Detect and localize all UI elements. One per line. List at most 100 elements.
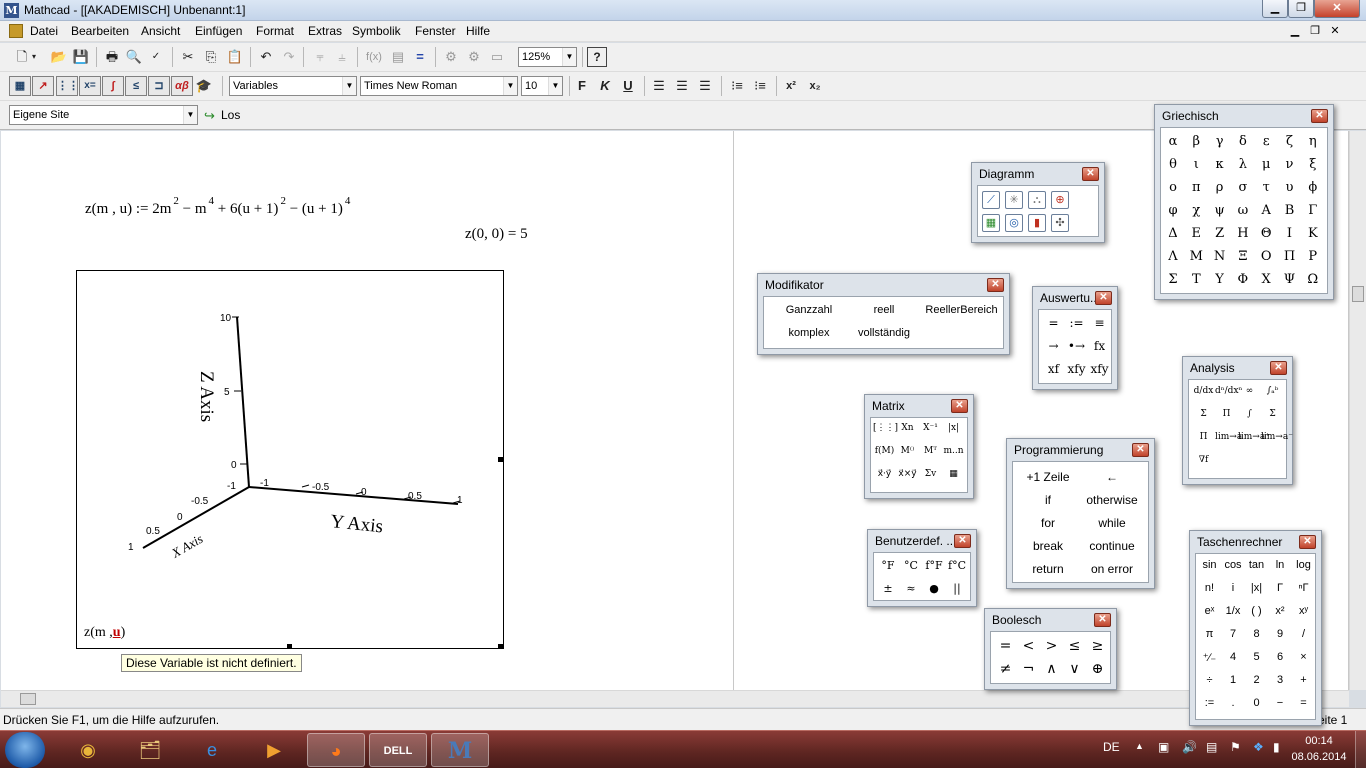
- undo-icon[interactable]: ↶: [256, 47, 276, 67]
- menu-einfuegen[interactable]: Einfügen: [195, 24, 242, 38]
- chrome-icon[interactable]: ◉: [59, 733, 117, 767]
- menu-extras[interactable]: Extras: [308, 24, 342, 38]
- custom-character-button[interactable]: °F: [877, 559, 899, 572]
- programming-operator-button[interactable]: break: [1015, 539, 1081, 553]
- calculator-key-button[interactable]: 9: [1269, 628, 1292, 640]
- close-button[interactable]: ✕: [1314, 0, 1360, 18]
- go-arrow-icon[interactable]: ↪: [204, 108, 215, 124]
- custom-character-button[interactable]: f°F: [923, 559, 945, 572]
- calculator-key-button[interactable]: 4: [1222, 651, 1245, 663]
- calculator-key-button[interactable]: ⁿΓ: [1292, 582, 1315, 594]
- greek-letter-button[interactable]: α: [1163, 134, 1183, 149]
- modifier-real-button[interactable]: reell: [854, 304, 914, 316]
- battery-icon[interactable]: ▮: [1273, 740, 1280, 754]
- calculator-key-button[interactable]: :=: [1198, 697, 1221, 709]
- horizontal-scrollbar[interactable]: [1, 690, 1349, 707]
- calculator-key-button[interactable]: i: [1222, 582, 1245, 594]
- greek-letter-button[interactable]: ξ: [1303, 157, 1323, 172]
- greek-letter-button[interactable]: Τ: [1186, 272, 1206, 287]
- evaluation-operator-button[interactable]: xf: [1042, 362, 1065, 376]
- greek-palette-icon[interactable]: αβ: [171, 76, 193, 96]
- evaluation-result[interactable]: z(0, 0) = 5: [465, 226, 528, 243]
- 3d-bar-plot-icon[interactable]: ▦: [982, 214, 1000, 232]
- scroll-thumb[interactable]: [20, 693, 36, 705]
- evaluation-palette[interactable]: Auswertu... ✕ =:= ≡ → •→ fx xf xfy xfy: [1032, 286, 1118, 390]
- programming-operator-button[interactable]: while: [1079, 516, 1145, 530]
- 3d-plot-region[interactable]: 10 5 0 -1 -1 -0.5 0 0.5 1 -0.5 0 0.5 1 Z…: [76, 270, 504, 649]
- language-indicator[interactable]: DE: [1103, 740, 1120, 754]
- calculator-palette[interactable]: Taschenrechner ✕ sin cos tan ln log n! i |x| ΓⁿΓ…: [1189, 530, 1322, 726]
- greek-letter-button[interactable]: ζ: [1280, 134, 1300, 149]
- greek-letter-button[interactable]: κ: [1210, 157, 1230, 172]
- media-player-icon[interactable]: ▶: [245, 733, 303, 767]
- minimize-button[interactable]: ▁: [1262, 0, 1288, 18]
- quickplot-icon[interactable]: ✣: [1051, 214, 1069, 232]
- calculator-key-button[interactable]: π: [1198, 628, 1221, 640]
- calculus-operator-button[interactable]: lim→a⁺: [1238, 432, 1270, 442]
- graph-palette[interactable]: Diagramm ✕ ⟋ ✳ ⛬ ⊕ ▦ ◎ ▮ ✣: [971, 162, 1105, 243]
- boolean-operator-button[interactable]: ⊕: [1086, 661, 1109, 677]
- align-left-icon[interactable]: ☰: [649, 76, 669, 96]
- boolean-operator-button[interactable]: ¬: [1017, 661, 1040, 677]
- boolean-palette-icon[interactable]: ≤: [125, 76, 147, 96]
- subscript-button[interactable]: x₂: [805, 76, 825, 96]
- greek-letter-button[interactable]: Ι: [1280, 226, 1300, 241]
- programming-operator-button[interactable]: on error: [1079, 562, 1145, 576]
- calculator-key-button[interactable]: x²: [1269, 605, 1292, 617]
- greek-letter-button[interactable]: λ: [1233, 157, 1253, 172]
- calculator-key-button[interactable]: 3: [1269, 674, 1292, 686]
- calculator-key-button[interactable]: =: [1292, 697, 1315, 709]
- calculus-operator-button[interactable]: ∇f: [1192, 455, 1215, 465]
- align-down-icon[interactable]: ⫨: [332, 47, 352, 67]
- matrix-operator-button[interactable]: M⁽⁾: [896, 446, 919, 456]
- calculus-operator-button[interactable]: ∫: [1238, 409, 1261, 419]
- evaluation-operator-button[interactable]: xfy: [1065, 362, 1088, 376]
- menu-ansicht[interactable]: Ansicht: [141, 24, 180, 38]
- resize-handle[interactable]: [498, 644, 503, 649]
- calculus-operator-button[interactable]: lim→a⁻: [1261, 432, 1293, 442]
- greek-letter-button[interactable]: ο: [1163, 180, 1183, 195]
- greek-letter-button[interactable]: η: [1303, 134, 1323, 149]
- boolean-operator-button[interactable]: ≠: [994, 661, 1017, 677]
- boolean-palette[interactable]: Boolesch ✕ = < > ≤ ≥ ≠ ¬ ∧ ∨ ⊕: [984, 608, 1117, 690]
- calculator-key-button[interactable]: xʸ: [1292, 605, 1315, 617]
- custom-character-button[interactable]: ||: [946, 582, 968, 595]
- matrix-operator-button[interactable]: [⋮⋮]: [873, 423, 898, 433]
- boolean-operator-button[interactable]: ∨: [1063, 661, 1086, 677]
- menu-format[interactable]: Format: [256, 24, 294, 38]
- resize-handle[interactable]: [287, 644, 292, 649]
- calculator-key-button[interactable]: /: [1292, 628, 1315, 640]
- function-definition[interactable]: z(m , u) := 2m 2 − m4 + 6(u + 1) 2 − (u + …: [85, 195, 350, 218]
- greek-letter-button[interactable]: δ: [1233, 134, 1253, 149]
- greek-letter-button[interactable]: β: [1186, 134, 1206, 149]
- greek-letter-button[interactable]: Χ: [1256, 272, 1276, 287]
- align-top-icon[interactable]: ⫧: [310, 47, 330, 67]
- greek-letter-button[interactable]: Ε: [1186, 226, 1206, 241]
- evaluation-operator-button[interactable]: fx: [1088, 339, 1111, 353]
- help-icon[interactable]: ?: [587, 47, 607, 67]
- bullet-list-icon[interactable]: ⁝≡: [727, 76, 747, 96]
- align-right-icon[interactable]: ☰: [695, 76, 715, 96]
- modifier-realrange-button[interactable]: ReellerBereich: [919, 304, 1004, 316]
- greek-letter-button[interactable]: Ω: [1303, 272, 1323, 287]
- greek-letter-button[interactable]: τ: [1256, 180, 1276, 195]
- surface-plot-icon[interactable]: ⛬: [1028, 191, 1046, 209]
- greek-letter-button[interactable]: ψ: [1210, 203, 1230, 218]
- close-icon[interactable]: ✕: [1082, 167, 1099, 181]
- custom-characters-palette[interactable]: Benutzerdef. ... ✕ °F °C f°F f°C ± ≈ ● ||: [867, 529, 977, 607]
- matrix-operator-button[interactable]: f(M): [873, 446, 896, 456]
- evaluation-operator-button[interactable]: :=: [1065, 316, 1088, 330]
- calculator-key-button[interactable]: ( ): [1245, 605, 1268, 617]
- dell-icon[interactable]: DELL: [369, 733, 427, 767]
- calculator-key-button[interactable]: +: [1292, 674, 1315, 686]
- programming-operator-button[interactable]: continue: [1079, 539, 1145, 553]
- close-icon[interactable]: ✕: [1311, 109, 1328, 123]
- calculus-operator-button[interactable]: d/dx: [1192, 386, 1215, 396]
- close-icon[interactable]: ✕: [954, 534, 971, 548]
- greek-letter-button[interactable]: Ζ: [1210, 226, 1230, 241]
- greek-letter-button[interactable]: φ: [1163, 203, 1183, 218]
- doc-restore-icon[interactable]: ❐: [1308, 24, 1322, 37]
- calculator-key-button[interactable]: 1/x: [1222, 605, 1245, 617]
- clock-date[interactable]: 08.06.2014: [1288, 751, 1350, 763]
- calculus-operator-button[interactable]: ∫ₐᵇ: [1261, 386, 1284, 396]
